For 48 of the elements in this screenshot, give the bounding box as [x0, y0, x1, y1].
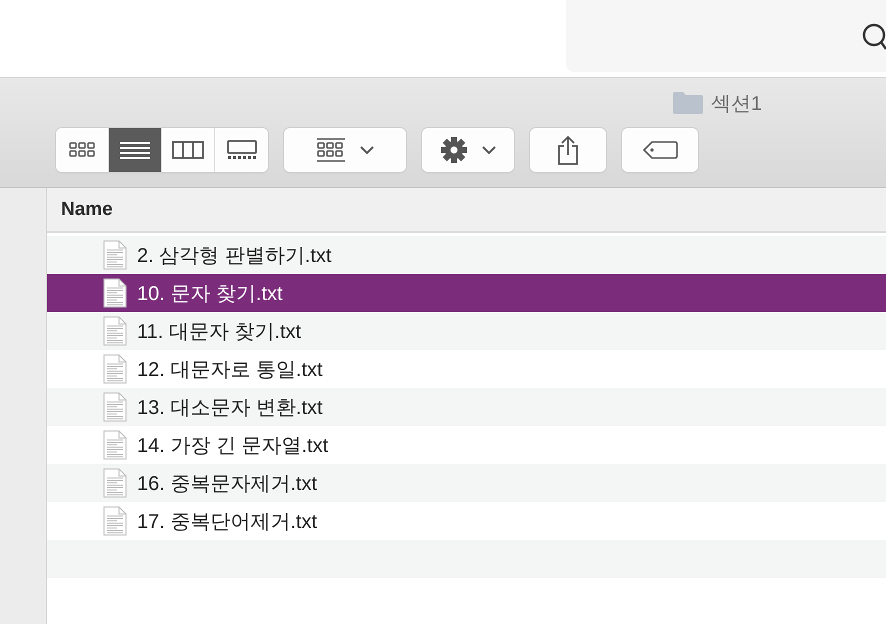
- share-button[interactable]: [530, 128, 606, 172]
- icon-view-icon: [68, 140, 96, 160]
- text-file-icon: [103, 392, 127, 422]
- file-row[interactable]: 11. 대문자 찾기.txt: [47, 312, 886, 350]
- file-name: 16. 중복문자제거.txt: [137, 472, 318, 496]
- list-view-icon: [120, 140, 150, 160]
- view-mode-button[interactable]: [215, 128, 268, 172]
- share-icon: [557, 135, 579, 165]
- file-name: 12. 대문자로 통일.txt: [137, 358, 323, 382]
- file-name: 13. 대소문자 변환.txt: [137, 396, 323, 420]
- window-title: 섹션1: [710, 92, 762, 116]
- tag-button[interactable]: [622, 128, 698, 172]
- file-row[interactable]: 12. 대문자로 통일.txt: [47, 350, 886, 388]
- file-row[interactable]: 16. 중복문자제거.txt: [47, 464, 886, 502]
- group-button[interactable]: [284, 128, 406, 172]
- search-icon: [860, 21, 886, 51]
- gear-icon: [440, 136, 468, 164]
- view-mode-button[interactable]: [56, 128, 109, 172]
- text-file-icon: [103, 316, 127, 346]
- search-field[interactable]: [566, 0, 886, 72]
- file-row[interactable]: 13. 대소문자 변환.txt: [47, 388, 886, 426]
- file-name: 2. 삼각형 판별하기.txt: [137, 244, 332, 268]
- view-mode-button[interactable]: [162, 128, 215, 172]
- column-title: Name: [61, 198, 113, 220]
- caret-icon: [360, 146, 374, 154]
- file-name: 10. 문자 찾기.txt: [137, 282, 283, 306]
- text-file-icon: [103, 240, 127, 270]
- file-name: 17. 중복단어제거.txt: [137, 510, 318, 534]
- file-row[interactable]: 10. 문자 찾기.txt: [47, 274, 886, 312]
- caret-icon: [482, 146, 496, 154]
- text-file-icon: [103, 430, 127, 460]
- file-name: 14. 가장 긴 문자열.txt: [137, 434, 328, 458]
- text-file-icon: [103, 506, 127, 536]
- column-header[interactable]: Name: [47, 188, 886, 233]
- text-file-icon: [103, 278, 127, 308]
- view-mode-button[interactable]: [109, 128, 162, 172]
- text-file-icon: [103, 354, 127, 384]
- text-file-icon: [103, 468, 127, 498]
- gallery-view-icon: [226, 140, 256, 160]
- file-row[interactable]: 2. 삼각형 판별하기.txt: [47, 236, 886, 274]
- file-name: 11. 대문자 찾기.txt: [137, 320, 302, 344]
- file-row[interactable]: 17. 중복단어제거.txt: [47, 502, 886, 540]
- file-row[interactable]: 14. 가장 긴 문자열.txt: [47, 426, 886, 464]
- column-view-icon: [172, 140, 204, 160]
- tag-icon: [642, 140, 678, 160]
- folder-icon: [672, 92, 703, 114]
- action-button[interactable]: [422, 128, 514, 172]
- grid-icon: [316, 138, 346, 162]
